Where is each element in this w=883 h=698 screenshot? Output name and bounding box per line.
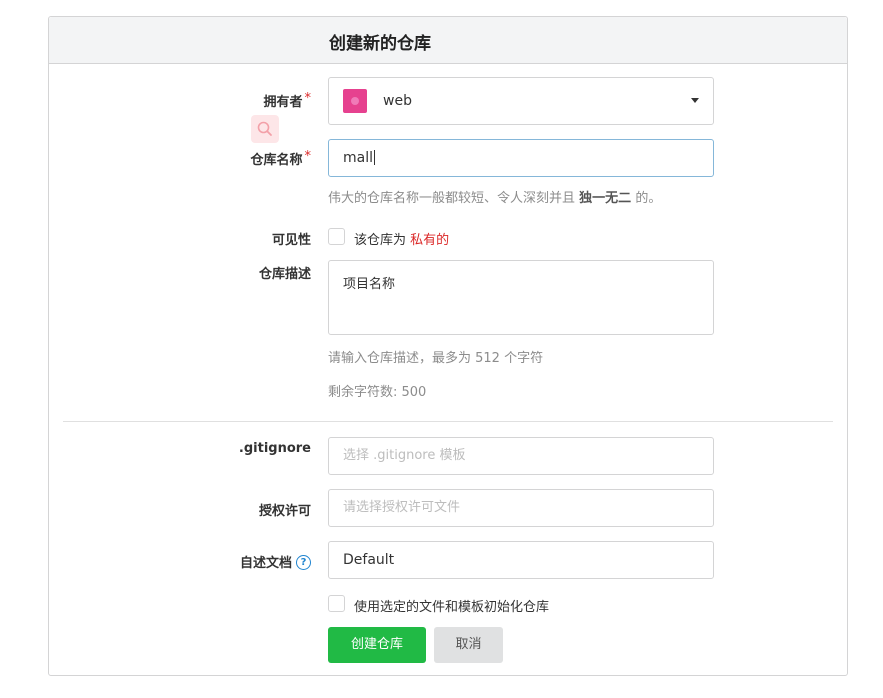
readme-value: Default (343, 552, 395, 568)
required-mark: * (304, 91, 312, 106)
readme-label-text: 自述文档 (239, 556, 292, 571)
owner-label-text: 拥有者 (263, 95, 303, 110)
cancel-button[interactable]: 取消 (434, 627, 503, 663)
form-header: 创建新的仓库 (49, 17, 847, 64)
text-cursor (374, 149, 375, 165)
auto-init-label[interactable]: 使用选定的文件和模板初始化仓库 (354, 596, 549, 615)
search-icon[interactable] (251, 115, 279, 143)
help-circle-icon[interactable]: ? (296, 555, 311, 570)
gitignore-label: .gitignore (238, 441, 311, 456)
private-checkbox-label[interactable]: 该仓库为 私有的 (354, 229, 449, 248)
repo-name-input[interactable]: mall (328, 139, 714, 177)
owner-name: web (383, 93, 412, 109)
create-repo-button[interactable]: 创建仓库 (328, 627, 426, 663)
description-textarea[interactable]: 项目名称 (328, 260, 714, 335)
license-placeholder: 请选择授权许可文件 (343, 500, 461, 515)
repo-name-label-text: 仓库名称 (250, 153, 303, 168)
private-text: 私有的 (410, 233, 450, 248)
private-checkbox[interactable] (328, 228, 345, 245)
remaining-chars: 剩余字符数: 500 (328, 385, 427, 400)
owner-dropdown[interactable]: web (328, 77, 714, 125)
chevron-down-icon (691, 98, 699, 103)
gitignore-placeholder: 选择 .gitignore 模板 (343, 448, 466, 463)
readme-select[interactable]: Default (328, 541, 714, 579)
repo-name-value: mall (343, 150, 373, 166)
description-value: 项目名称 (343, 277, 396, 292)
gitignore-select[interactable]: 选择 .gitignore 模板 (328, 437, 714, 475)
repo-name-help: 伟大的仓库名称一般都较短、令人深刻并且 独一无二 的。 (328, 187, 661, 206)
description-help: 请输入仓库描述，最多为 512 个字符 (328, 351, 544, 366)
license-label: 授权许可 (258, 504, 311, 519)
visibility-label: 可见性 (271, 233, 311, 248)
owner-avatar (343, 89, 367, 113)
description-label: 仓库描述 (258, 267, 311, 282)
auto-init-checkbox[interactable] (328, 595, 345, 612)
owner-label: 拥有者 * (263, 91, 311, 110)
repo-name-help-suffix: 的。 (635, 191, 662, 206)
license-select[interactable]: 请选择授权许可文件 (328, 489, 714, 527)
required-mark: * (304, 149, 312, 164)
repo-name-help-bold: 独一无二 (579, 191, 632, 206)
private-checkbox-text: 该仓库为 (354, 233, 407, 248)
section-divider (63, 421, 833, 422)
repo-name-help-prefix: 伟大的仓库名称一般都较短、令人深刻并且 (328, 191, 576, 206)
create-repo-form: 创建新的仓库 拥有者 * web 仓库名称 * mall 伟大的仓库名称一般都较短、… (48, 16, 848, 676)
page-title: 创建新的仓库 (329, 34, 431, 54)
readme-label: 自述文档? (240, 552, 311, 571)
repo-name-label: 仓库名称 * (250, 149, 311, 168)
